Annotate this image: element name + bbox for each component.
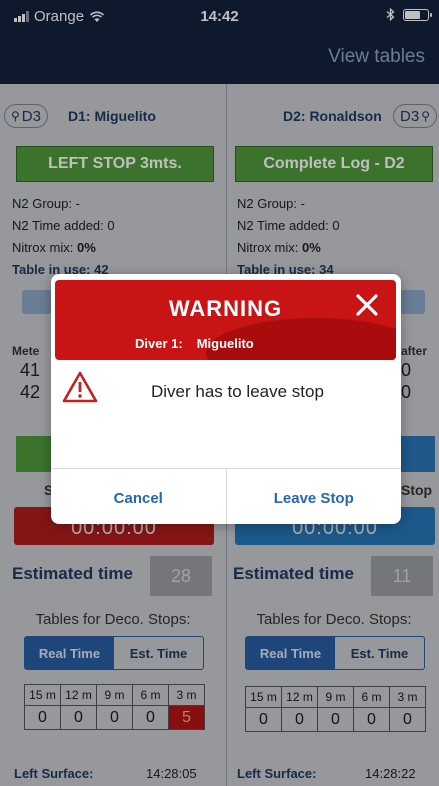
warning-triangle-icon (62, 371, 98, 403)
warning-diver-line: Diver 1: Miguelito (135, 336, 254, 351)
close-icon[interactable] (354, 292, 380, 318)
warning-dialog: WARNING Diver 1: Miguelito Diver has to … (51, 274, 401, 524)
warning-dialog-body: Diver has to leave stop (51, 370, 401, 410)
cancel-button[interactable]: Cancel (51, 469, 227, 524)
warning-title: WARNING (168, 296, 283, 321)
warning-dialog-actions: Cancel Leave Stop (51, 468, 401, 524)
warning-diver-label: Diver 1: (135, 336, 183, 351)
leave-stop-button[interactable]: Leave Stop (227, 469, 402, 524)
warning-diver-name: Miguelito (196, 336, 254, 351)
warning-message: Diver has to leave stop (151, 382, 324, 401)
warning-dialog-header: WARNING Diver 1: Miguelito (55, 280, 396, 360)
